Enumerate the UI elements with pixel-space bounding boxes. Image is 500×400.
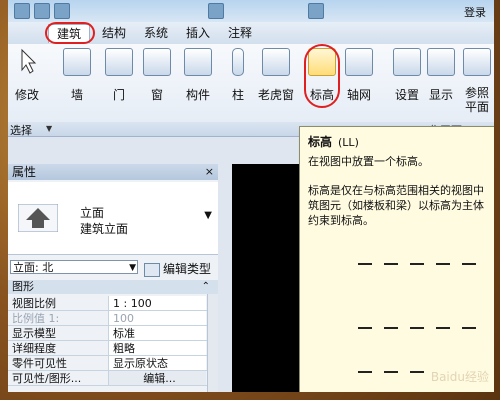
- chevron-down-icon[interactable]: ▼: [46, 124, 52, 133]
- door-button[interactable]: 门: [102, 48, 136, 102]
- divider: [218, 164, 232, 392]
- grid-icon: [345, 48, 373, 76]
- prop-row: 详细程度 粗略: [8, 341, 208, 356]
- edit-type-icon: [144, 262, 160, 277]
- elevation-icon: [18, 204, 58, 232]
- help-icon[interactable]: [308, 3, 324, 19]
- modify-arrow-icon: [14, 48, 40, 74]
- component-icon: [184, 48, 212, 76]
- component-button[interactable]: 构件: [180, 48, 216, 102]
- prop-row: 显示模型 标准: [8, 326, 208, 341]
- close-icon[interactable]: ×: [205, 164, 214, 180]
- tooltip-title: 标高 (LL): [308, 135, 359, 149]
- highlight-circle: [45, 22, 95, 44]
- tab-annotate[interactable]: 注释: [220, 24, 260, 42]
- column-button[interactable]: 柱: [224, 48, 252, 102]
- save-icon[interactable]: [54, 3, 70, 19]
- properties-title: 属性 ×: [8, 164, 218, 180]
- properties-scrollbar[interactable]: [207, 294, 218, 392]
- properties-palette: 属性 × 立面 建筑立面 ▼ 立面: 北 ▼ 编辑类型 图形 ⌃ 视图比例 1 …: [8, 164, 219, 392]
- search-icon[interactable]: [208, 3, 224, 19]
- instance-selector-row: 立面: 北 ▼ 编辑类型: [8, 260, 218, 277]
- view-selector[interactable]: 立面: 北 ▼: [10, 260, 138, 274]
- select-panel-label[interactable]: 选择: [10, 122, 32, 138]
- ref-plane-icon: [463, 48, 491, 76]
- wall-button[interactable]: 墙: [60, 48, 94, 102]
- app-menu-icon[interactable]: [14, 3, 30, 19]
- tab-insert[interactable]: 插入: [178, 24, 218, 42]
- title-bar: 登录: [8, 0, 494, 23]
- dormer-button[interactable]: 老虎窗: [254, 48, 298, 102]
- show-icon: [427, 48, 455, 76]
- window-icon: [143, 48, 171, 76]
- watermark: Baidu经验: [430, 370, 489, 384]
- highlight-circle-level: [304, 44, 340, 108]
- edit-type-button[interactable]: 编辑类型: [144, 260, 211, 277]
- prop-row: 可见性/图形... 编辑...: [8, 371, 208, 386]
- column-icon: [232, 48, 244, 76]
- wall-icon: [63, 48, 91, 76]
- tab-structure[interactable]: 结构: [94, 24, 134, 42]
- login-link[interactable]: 登录: [464, 4, 486, 20]
- prop-row: 视图比例 1 : 100: [8, 296, 208, 311]
- type-selector[interactable]: 立面 建筑立面 ▼: [8, 182, 218, 255]
- chevron-down-icon[interactable]: ▼: [204, 210, 212, 221]
- window-button[interactable]: 窗: [140, 48, 174, 102]
- door-icon: [105, 48, 133, 76]
- chevron-down-icon[interactable]: ▼: [129, 261, 136, 275]
- tooltip-summary: 在视图中放置一个标高。: [308, 155, 429, 168]
- tab-systems[interactable]: 系统: [136, 24, 176, 42]
- section-graphics[interactable]: 图形 ⌃: [8, 280, 218, 294]
- tooltip-description: 标高是仅在与标高范围相关的视图中 筑图元（如楼板和梁）以标高为主体 约束到标高。: [308, 184, 484, 227]
- tooltip-level: 标高 (LL) 在视图中放置一个标高。 标高是仅在与标高范围相关的视图中 筑图元（…: [299, 126, 494, 392]
- ref-plane-button[interactable]: 参照平面: [460, 48, 494, 114]
- edit-visibility-button[interactable]: 编辑...: [108, 371, 206, 385]
- set-workplane-button[interactable]: 设置: [390, 48, 424, 102]
- show-workplane-button[interactable]: 显示: [424, 48, 458, 102]
- ribbon-panel: 修改 墙 门 窗 构件 柱 老虎窗 标高 轴网 设置 显示 参照平面: [8, 44, 494, 123]
- grid-button[interactable]: 轴网: [342, 48, 376, 102]
- prop-row: 零件可见性 显示原状态: [8, 356, 208, 371]
- prop-row: 比例值 1: 100: [8, 311, 208, 326]
- open-icon[interactable]: [34, 3, 50, 19]
- modify-button[interactable]: 修改: [10, 48, 44, 102]
- collapse-icon[interactable]: ⌃: [202, 280, 210, 294]
- dormer-icon: [262, 48, 290, 76]
- settings-icon: [393, 48, 421, 76]
- revit-window: 登录 建筑 结构 系统 插入 注释 修改 墙 门 窗 构件 柱 老虎窗 标高 轴…: [8, 0, 494, 392]
